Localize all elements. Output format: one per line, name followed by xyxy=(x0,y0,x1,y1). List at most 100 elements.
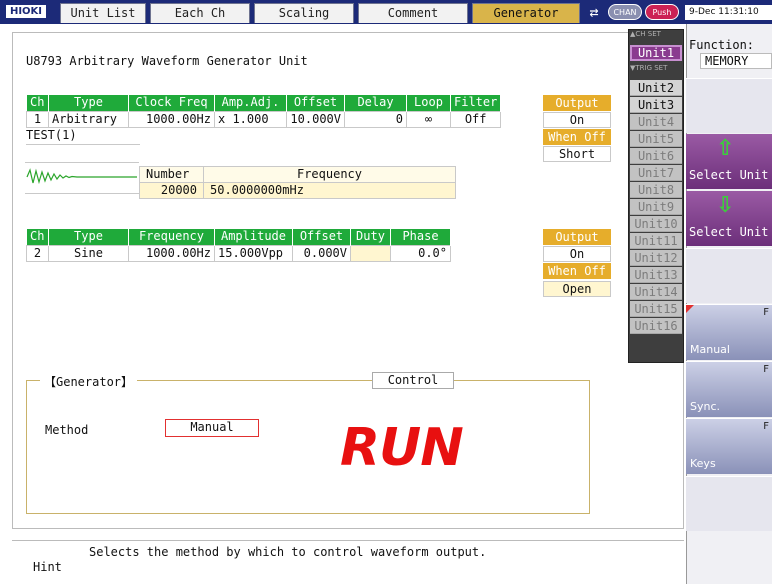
f-key-label: F xyxy=(763,364,769,375)
ch1-output-label: Output xyxy=(543,95,611,111)
ch2-output-label: Output xyxy=(543,229,611,245)
ch1-type-field[interactable]: Arbitrary xyxy=(48,110,129,128)
ch1-header-loop: Loop xyxy=(406,95,451,111)
unit-item-6[interactable]: Unit6 xyxy=(630,148,682,164)
unit-title: U8793 Arbitrary Waveform Generator Unit xyxy=(26,54,308,68)
unit-item-8[interactable]: Unit8 xyxy=(630,182,682,198)
hioki-logo: HIOKI xyxy=(6,5,46,18)
arrow-up-icon: ⇧ xyxy=(716,136,735,161)
frequency-value[interactable]: 50.0000000mHz xyxy=(203,182,456,199)
ch2-header-amplitude: Amplitude xyxy=(214,229,293,245)
ch2-when-off-value[interactable]: Open xyxy=(543,281,611,297)
f-key-label: F xyxy=(763,307,769,318)
ch2-frequency-field[interactable]: 1000.00Hz xyxy=(128,244,215,262)
control-label: Control xyxy=(372,372,454,389)
ch2-header-frequency: Frequency xyxy=(128,229,215,245)
ch1-file-name[interactable]: TEST(1) xyxy=(26,128,77,142)
blank-button-1 xyxy=(686,78,772,133)
tab-each-ch[interactable]: Each Ch xyxy=(150,3,250,23)
unit-item-3[interactable]: Unit3 xyxy=(630,97,682,113)
trig-set-tag: ▼TRIG SET xyxy=(630,64,668,72)
ch1-header-offset: Offset xyxy=(286,95,345,111)
ch2-table: Ch Type Frequency Amplitude Offset Duty … xyxy=(26,229,451,262)
generator-section-title: 【Generator】 xyxy=(40,373,138,390)
unit-item-1[interactable]: Unit1 xyxy=(630,45,682,61)
unit-item-9[interactable]: Unit9 xyxy=(630,199,682,215)
ch1-clock-freq-field[interactable]: 1000.00Hz xyxy=(128,110,215,128)
number-value[interactable]: 20000 xyxy=(139,182,204,199)
select-unit-up-label: Select Unit xyxy=(689,168,769,182)
manual-button[interactable]: F Manual xyxy=(686,304,772,360)
ch2-header-type: Type xyxy=(48,229,129,245)
method-select[interactable]: Manual xyxy=(165,419,259,437)
unit-item-5[interactable]: Unit5 xyxy=(630,131,682,147)
ch2-ch-number: 2 xyxy=(26,244,49,262)
ch1-when-off-value[interactable]: Short xyxy=(543,146,611,162)
sync-button[interactable]: F Sync. xyxy=(686,361,772,417)
ch2-amplitude-field[interactable]: 15.000Vpp xyxy=(214,244,293,262)
select-unit-up-button[interactable]: ⇧ Select Unit xyxy=(686,134,772,189)
chan-button[interactable]: CHAN xyxy=(608,4,642,20)
ch1-header-amp-adj: Amp.Adj. xyxy=(214,95,287,111)
unit-item-4[interactable]: Unit4 xyxy=(630,114,682,130)
selected-marker-icon xyxy=(686,305,694,313)
ch2-output-value[interactable]: On xyxy=(543,246,611,262)
unit-item-14[interactable]: Unit14 xyxy=(630,284,682,300)
divider xyxy=(26,144,140,145)
function-value: MEMORY xyxy=(700,53,772,69)
manual-button-label: Manual xyxy=(690,343,730,356)
sync-button-label: Sync. xyxy=(690,400,721,413)
blank-button-3 xyxy=(686,476,772,531)
f-key-label: F xyxy=(763,421,769,432)
clock-display: 9-Dec 11:31:10 xyxy=(685,5,772,20)
ch1-when-off-label: When Off xyxy=(543,129,611,145)
tab-scaling[interactable]: Scaling xyxy=(254,3,354,23)
waveform-trace xyxy=(26,168,137,185)
tab-unit-list[interactable]: Unit List xyxy=(60,3,146,23)
ch2-header-duty: Duty xyxy=(350,229,391,245)
ch-set-tag: ▲CH SET xyxy=(630,30,661,38)
ch1-offset-field[interactable]: 10.000V xyxy=(286,110,345,128)
unit-item-11[interactable]: Unit11 xyxy=(630,233,682,249)
ch1-filter-field[interactable]: Off xyxy=(449,110,502,128)
ch2-type-field[interactable]: Sine xyxy=(48,244,129,262)
unit-item-10[interactable]: Unit10 xyxy=(630,216,682,232)
unit-item-16[interactable]: Unit16 xyxy=(630,318,682,334)
ch1-output-value[interactable]: On xyxy=(543,112,611,128)
select-unit-down-label: Select Unit xyxy=(689,225,769,239)
ch1-header-clock-freq: Clock Freq xyxy=(128,95,215,111)
unit-item-12[interactable]: Unit12 xyxy=(630,250,682,266)
ch2-header-offset: Offset xyxy=(292,229,351,245)
push-button[interactable]: Push xyxy=(645,4,679,20)
arrow-down-icon: ⇩ xyxy=(716,193,735,218)
method-label: Method xyxy=(45,423,89,437)
swap-arrow-icon[interactable]: ⇄ xyxy=(582,3,606,21)
ch2-when-off-label: When Off xyxy=(543,263,611,279)
ch2-duty-field xyxy=(350,244,391,262)
ch1-header-delay: Delay xyxy=(344,95,407,111)
ch1-header-ch: Ch xyxy=(26,95,49,111)
ch1-header-filter: Filter xyxy=(450,95,502,111)
ch2-header-phase: Phase xyxy=(390,229,451,245)
unit-item-7[interactable]: Unit7 xyxy=(630,165,682,181)
ch1-delay-field[interactable]: 0 xyxy=(344,110,407,128)
tab-generator[interactable]: Generator xyxy=(472,3,580,23)
ch2-offset-field[interactable]: 0.000V xyxy=(292,244,351,262)
unit-item-13[interactable]: Unit13 xyxy=(630,267,682,283)
unit-item-15[interactable]: Unit15 xyxy=(630,301,682,317)
function-label: Function: xyxy=(689,38,755,52)
ch1-amp-adj-field[interactable]: x 1.000 xyxy=(214,110,287,128)
ch2-phase-field[interactable]: 0.0° xyxy=(390,244,451,262)
ch1-header-type: Type xyxy=(48,95,129,111)
blank-button-2 xyxy=(686,248,772,303)
keys-button[interactable]: F Keys xyxy=(686,418,772,474)
tab-comment[interactable]: Comment xyxy=(358,3,468,23)
unit-item-2[interactable]: Unit2 xyxy=(630,80,682,96)
select-unit-down-button[interactable]: ⇩ Select Unit xyxy=(686,191,772,246)
ch1-table: Ch Type Clock Freq Amp.Adj. Offset Delay… xyxy=(26,95,502,128)
keys-button-label: Keys xyxy=(690,457,716,470)
ch1-ch-number: 1 xyxy=(26,110,49,128)
ch1-loop-field[interactable]: ∞ xyxy=(406,110,451,128)
hint-text: Selects the method by which to control w… xyxy=(89,545,487,559)
number-label: Number xyxy=(139,166,204,183)
